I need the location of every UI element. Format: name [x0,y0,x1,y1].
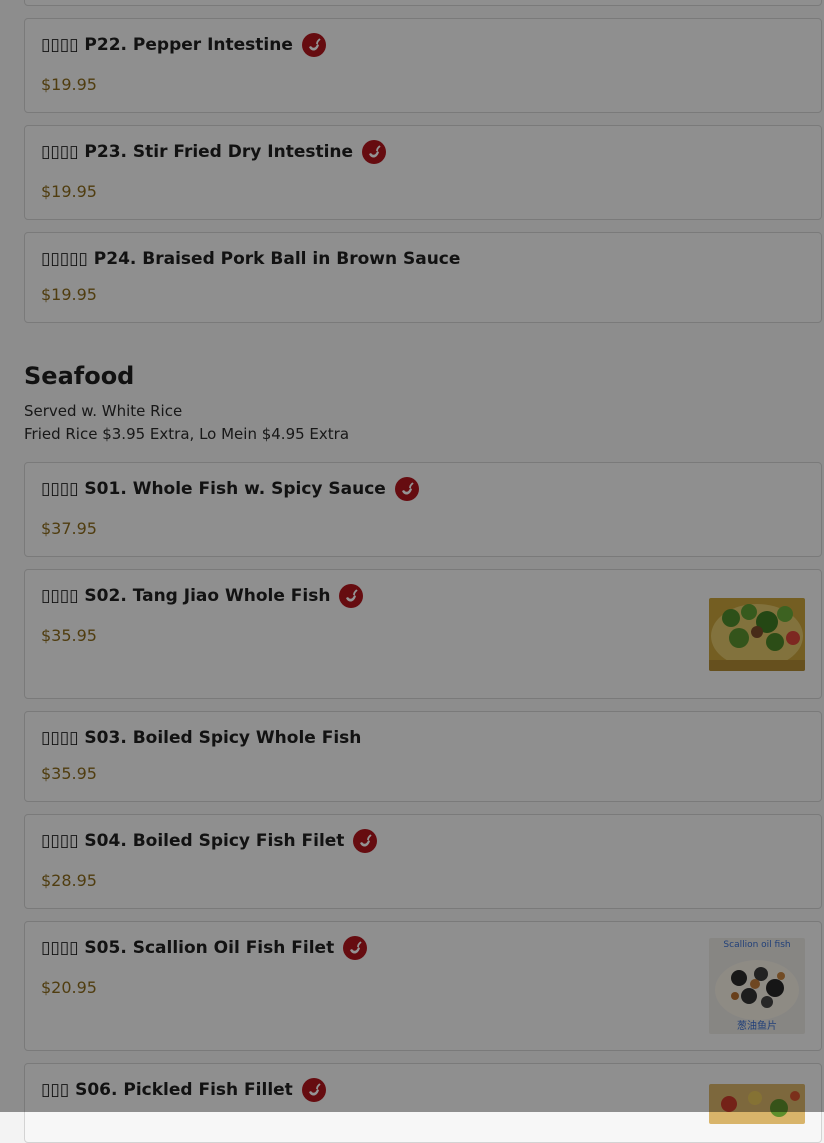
item-chinese-name: ▯▯▯ [41,1080,70,1100]
chili-pepper-icon [394,477,419,501]
menu-item-card[interactable]: ▯▯▯ S06. Pickled Fish Fillet [24,1063,822,1143]
item-english-name: S02. Tang Jiao Whole Fish [84,586,331,606]
item-chinese-name: ▯▯▯▯ [41,938,79,958]
item-price: $20.95 [41,978,97,997]
item-chinese-name: ▯▯▯▯ [41,586,79,606]
item-chinese-name: ▯▯▯▯ [41,728,79,748]
item-english-name: P22. Pepper Intestine [84,35,293,55]
item-chinese-name: ▯▯▯▯▯ [41,249,88,269]
item-photo[interactable]: Scallion oil fish 葱油鱼片 [709,938,805,1034]
menu-item-card[interactable]: ▯▯▯▯ S01. Whole Fish w. Spicy Sauce $37.… [24,462,822,557]
item-name: ▯▯▯▯▯ P24. Braised Pork Ball in Brown Sa… [41,249,460,269]
item-english-name: S01. Whole Fish w. Spicy Sauce [84,479,386,499]
chili-pepper-icon [343,936,368,960]
menu-item-card[interactable]: ▯▯▯▯▯ P24. Braised Pork Ball in Brown Sa… [24,232,822,323]
menu-item-card[interactable]: ▯▯▯▯ S03. Boiled Spicy Whole Fish $35.95 [24,711,822,802]
item-english-name: P24. Braised Pork Ball in Brown Sauce [93,249,461,269]
item-name: ▯▯▯ S06. Pickled Fish Fillet [41,1078,326,1102]
item-name: ▯▯▯▯ S02. Tang Jiao Whole Fish [41,584,364,608]
item-name: ▯▯▯▯ P23. Stir Fried Dry Intestine [41,140,387,164]
chili-pepper-icon [353,829,378,853]
item-name: ▯▯▯▯ S03. Boiled Spicy Whole Fish [41,728,361,748]
menu-item-card-prev[interactable] [24,0,822,6]
item-english-name: P23. Stir Fried Dry Intestine [84,142,354,162]
chili-pepper-icon [339,584,364,608]
item-english-name: S05. Scallion Oil Fish Filet [84,938,335,958]
item-name: ▯▯▯▯ S05. Scallion Oil Fish Filet [41,936,368,960]
chili-pepper-icon [362,140,387,164]
menu-item-card[interactable]: ▯▯▯▯ P23. Stir Fried Dry Intestine $19.9… [24,125,822,220]
item-english-name: S03. Boiled Spicy Whole Fish [84,728,362,748]
menu-item-card[interactable]: ▯▯▯▯ P22. Pepper Intestine $19.95 [24,18,822,113]
item-photo[interactable] [709,598,805,671]
item-price: $19.95 [41,75,97,94]
item-price: $35.95 [41,764,97,783]
item-chinese-name: ▯▯▯▯ [41,35,79,55]
chili-pepper-icon [301,33,326,57]
menu-item-card[interactable]: ▯▯▯▯ S05. Scallion Oil Fish Filet $20.95… [24,921,822,1051]
section-description: Served w. White Rice [24,402,183,420]
menu-item-card[interactable]: ▯▯▯▯ S02. Tang Jiao Whole Fish $35.95 [24,569,822,699]
item-price: $19.95 [41,285,97,304]
item-english-name: S04. Boiled Spicy Fish Filet [84,831,345,851]
item-photo[interactable] [709,1084,805,1124]
item-price: $37.95 [41,519,97,538]
item-name: ▯▯▯▯ P22. Pepper Intestine [41,33,326,57]
item-chinese-name: ▯▯▯▯ [41,831,79,851]
section-title: Seafood [24,362,135,390]
item-chinese-name: ▯▯▯▯ [41,142,79,162]
section-description: Fried Rice $3.95 Extra, Lo Mein $4.95 Ex… [24,425,350,443]
item-chinese-name: ▯▯▯▯ [41,479,79,499]
item-price: $19.95 [41,182,97,201]
item-english-name: S06. Pickled Fish Fillet [75,1080,293,1100]
menu-page: ▯▯▯▯ P22. Pepper Intestine $19.95 ▯▯▯▯ P… [0,0,824,1143]
item-name: ▯▯▯▯ S04. Boiled Spicy Fish Filet [41,829,378,853]
photo-caption: 葱油鱼片 [737,1021,777,1032]
item-price: $35.95 [41,626,97,645]
item-name: ▯▯▯▯ S01. Whole Fish w. Spicy Sauce [41,477,419,501]
menu-item-card[interactable]: ▯▯▯▯ S04. Boiled Spicy Fish Filet $28.95 [24,814,822,909]
item-price: $28.95 [41,871,97,890]
chili-pepper-icon [301,1078,326,1102]
